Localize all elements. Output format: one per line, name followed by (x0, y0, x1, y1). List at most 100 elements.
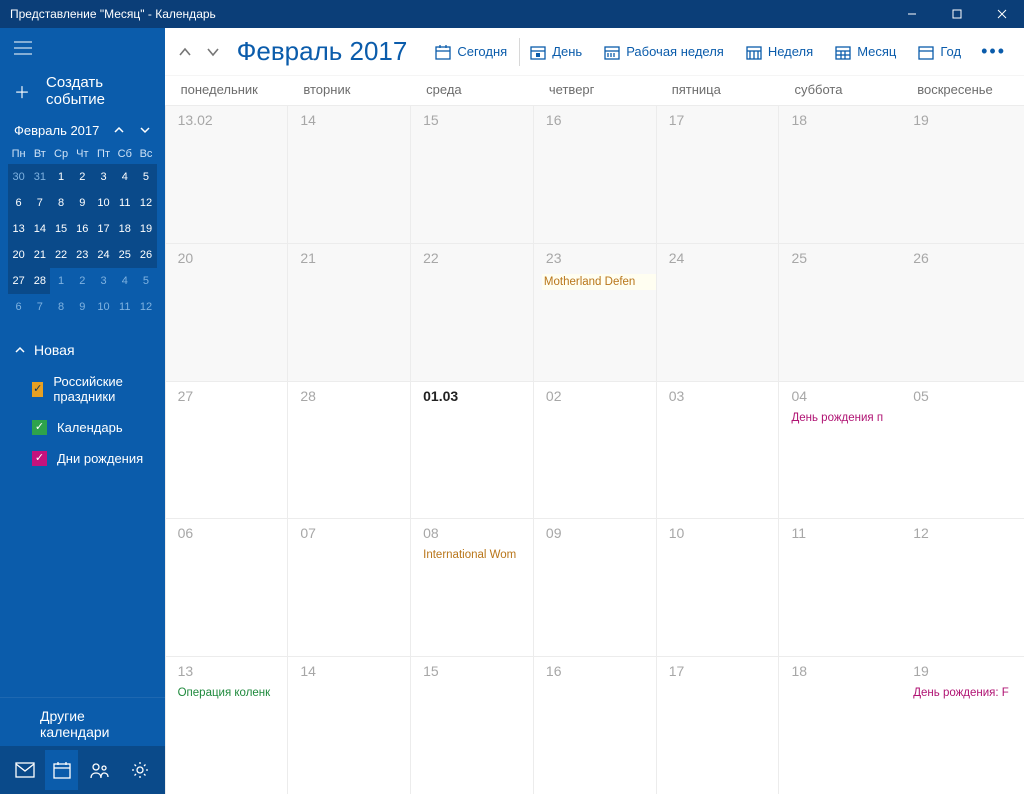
workweek-view-button[interactable]: Рабочая неделя (594, 38, 734, 66)
checkbox-icon[interactable]: ✓ (32, 420, 47, 435)
day-cell[interactable]: 28 (287, 381, 410, 519)
mini-day-cell[interactable]: 12 (135, 294, 156, 320)
mini-day-cell[interactable]: 20 (8, 242, 29, 268)
mini-day-cell[interactable]: 1 (50, 164, 71, 190)
mini-day-cell[interactable]: 27 (8, 268, 29, 294)
mini-day-cell[interactable]: 5 (135, 268, 156, 294)
mini-day-cell[interactable]: 11 (114, 190, 135, 216)
day-cell[interactable]: 17 (656, 656, 779, 794)
new-event-button[interactable]: ＋ Создать событие (0, 68, 165, 114)
event-item[interactable]: International Wom (423, 549, 533, 561)
day-cell[interactable]: 15 (410, 105, 533, 243)
day-cell[interactable]: 11 (778, 518, 901, 656)
mini-day-cell[interactable]: 3 (93, 268, 114, 294)
people-icon[interactable] (82, 750, 115, 790)
event-item[interactable]: День рождения: F (913, 687, 1024, 699)
mini-day-cell[interactable]: 25 (114, 242, 135, 268)
day-cell[interactable]: 09 (533, 518, 656, 656)
day-cell[interactable]: 14 (287, 105, 410, 243)
day-cell[interactable]: 17 (656, 105, 779, 243)
mini-day-cell[interactable]: 18 (114, 216, 135, 242)
day-cell[interactable]: 05 (901, 381, 1024, 519)
mini-day-cell[interactable]: 2 (72, 268, 93, 294)
checkbox-icon[interactable]: ✓ (32, 451, 47, 466)
mini-day-cell[interactable]: 11 (114, 294, 135, 320)
day-cell[interactable]: 22 (410, 243, 533, 381)
day-cell[interactable]: 26 (901, 243, 1024, 381)
mini-day-cell[interactable]: 14 (29, 216, 50, 242)
mini-day-cell[interactable]: 17 (93, 216, 114, 242)
mini-day-cell[interactable]: 19 (135, 216, 156, 242)
mini-calendar-title[interactable]: Февраль 2017 (14, 123, 109, 138)
more-button[interactable]: ••• (973, 41, 1014, 62)
day-cell[interactable]: 20 (165, 243, 288, 381)
day-cell[interactable]: 07 (287, 518, 410, 656)
mini-prev-button[interactable] (109, 120, 129, 140)
calendar-icon[interactable] (45, 750, 78, 790)
mini-day-cell[interactable]: 10 (93, 294, 114, 320)
mini-day-cell[interactable]: 7 (29, 294, 50, 320)
checkbox-icon[interactable]: ✓ (32, 382, 43, 397)
minimize-button[interactable] (889, 0, 934, 28)
day-cell[interactable]: 21 (287, 243, 410, 381)
day-cell[interactable]: 02 (533, 381, 656, 519)
settings-icon[interactable] (123, 750, 156, 790)
day-cell[interactable]: 15 (410, 656, 533, 794)
mini-day-cell[interactable]: 8 (50, 294, 71, 320)
mini-day-cell[interactable]: 4 (114, 164, 135, 190)
maximize-button[interactable] (934, 0, 979, 28)
year-view-button[interactable]: Год (908, 38, 971, 66)
mini-day-cell[interactable]: 5 (135, 164, 156, 190)
calendar-item[interactable]: ✓Российские праздники (32, 366, 151, 412)
close-button[interactable] (979, 0, 1024, 28)
other-calendars-button[interactable]: Другие календари (0, 697, 165, 746)
day-cell[interactable]: 13Операция коленк (165, 656, 288, 794)
event-item[interactable]: Операция коленк (178, 687, 288, 699)
day-cell[interactable]: 04День рождения п (778, 381, 901, 519)
prev-month-button[interactable] (171, 38, 199, 66)
day-cell[interactable]: 27 (165, 381, 288, 519)
day-cell[interactable]: 19 (901, 105, 1024, 243)
calendar-item[interactable]: ✓Календарь (32, 412, 151, 443)
mini-day-cell[interactable]: 4 (114, 268, 135, 294)
month-view-button[interactable]: Месяц (825, 38, 906, 66)
mini-day-cell[interactable]: 6 (8, 294, 29, 320)
mini-day-cell[interactable]: 15 (50, 216, 71, 242)
mail-icon[interactable] (8, 750, 41, 790)
day-cell[interactable]: 18 (778, 656, 901, 794)
mini-day-cell[interactable]: 30 (8, 164, 29, 190)
day-cell[interactable]: 06 (165, 518, 288, 656)
day-cell[interactable]: 23Motherland Defen (533, 243, 656, 381)
day-cell[interactable]: 12 (901, 518, 1024, 656)
day-view-button[interactable]: День (519, 38, 592, 66)
mini-day-cell[interactable]: 3 (93, 164, 114, 190)
day-cell[interactable]: 25 (778, 243, 901, 381)
mini-day-cell[interactable]: 28 (29, 268, 50, 294)
today-button[interactable]: Сегодня (425, 38, 517, 66)
day-cell[interactable]: 19День рождения: F (901, 656, 1024, 794)
hamburger-button[interactable] (0, 28, 165, 68)
day-cell[interactable]: 03 (656, 381, 779, 519)
mini-day-cell[interactable]: 6 (8, 190, 29, 216)
next-month-button[interactable] (199, 38, 227, 66)
day-cell[interactable]: 10 (656, 518, 779, 656)
mini-day-cell[interactable]: 9 (72, 294, 93, 320)
day-cell[interactable]: 24 (656, 243, 779, 381)
calendar-section-toggle[interactable]: Новая (14, 338, 151, 366)
day-cell[interactable]: 08International Wom (410, 518, 533, 656)
month-title[interactable]: Февраль 2017 (227, 36, 426, 67)
day-cell[interactable]: 16 (533, 656, 656, 794)
mini-day-cell[interactable]: 13 (8, 216, 29, 242)
mini-day-cell[interactable]: 31 (29, 164, 50, 190)
mini-day-cell[interactable]: 8 (50, 190, 71, 216)
mini-day-cell[interactable]: 2 (72, 164, 93, 190)
event-item[interactable]: День рождения п (791, 412, 901, 424)
mini-next-button[interactable] (135, 120, 155, 140)
event-item[interactable]: Motherland Defen (542, 274, 656, 290)
day-cell[interactable]: 01.03 (410, 381, 533, 519)
mini-day-cell[interactable]: 26 (135, 242, 156, 268)
mini-day-cell[interactable]: 23 (72, 242, 93, 268)
day-cell[interactable]: 13.02 (165, 105, 288, 243)
mini-day-cell[interactable]: 24 (93, 242, 114, 268)
day-cell[interactable]: 16 (533, 105, 656, 243)
